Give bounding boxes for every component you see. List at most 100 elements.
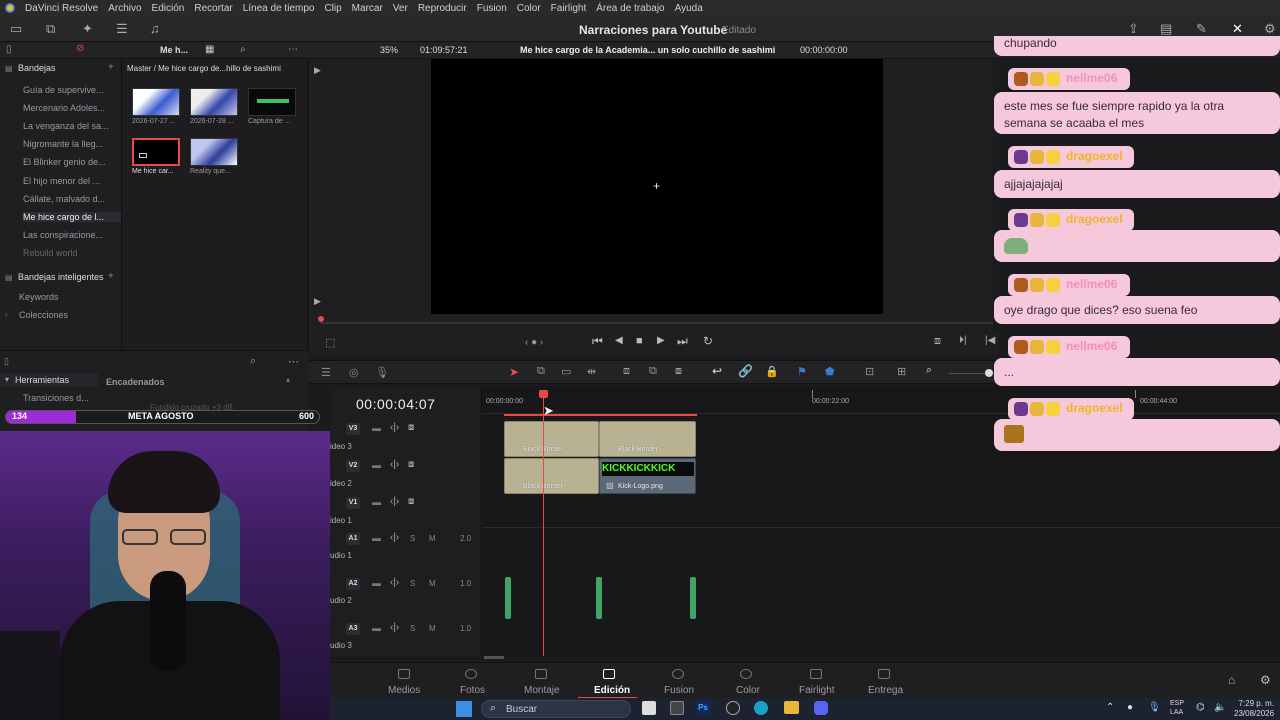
playhead-handle-icon[interactable] xyxy=(539,390,548,398)
solo-button[interactable]: S xyxy=(410,624,415,633)
menu-archivo[interactable]: Archivo xyxy=(108,3,141,14)
lock-track-icon[interactable]: ▬ xyxy=(372,460,381,470)
auto-select-icon[interactable]: ‹|› xyxy=(390,532,399,543)
bin-item[interactable]: La venganza del sa... xyxy=(23,121,109,131)
timeline-clip[interactable]: Black Border xyxy=(504,421,599,457)
effects-search-icon[interactable]: ⌕ xyxy=(250,355,256,368)
lock-track-icon[interactable]: ▬ xyxy=(372,623,381,633)
track-id-v3[interactable]: V3 xyxy=(346,423,360,435)
loop-icon[interactable]: ↻ xyxy=(703,334,713,348)
menu-linea[interactable]: Línea de tiempo xyxy=(243,3,315,14)
wifi-icon[interactable]: ⌬ xyxy=(1196,702,1205,713)
tray-chevron-icon[interactable]: ⌃ xyxy=(1106,702,1114,713)
dynamic-trim-icon[interactable]: ▭ xyxy=(561,365,571,378)
lock-icon[interactable]: 🔒 xyxy=(765,365,779,378)
zoom-full-icon[interactable]: ⊡ xyxy=(865,365,874,378)
metadata-icon[interactable]: ▤ xyxy=(1160,21,1172,37)
more-options-icon[interactable]: ⋯ xyxy=(288,44,298,55)
track-enable-icon[interactable]: ⧇ xyxy=(408,496,414,507)
mute-button[interactable]: M xyxy=(429,624,436,633)
timeline-options-icon[interactable]: ☰ xyxy=(321,366,331,379)
microphone-icon[interactable]: 🎙 xyxy=(375,366,389,379)
smart-bin-keywords[interactable]: Keywords xyxy=(19,292,59,302)
marker-icon[interactable]: ⬟ xyxy=(825,365,835,378)
windows-start-icon[interactable] xyxy=(456,701,472,717)
tray-mic-icon[interactable]: 🎙 xyxy=(1148,702,1161,713)
bin-item[interactable]: Mercenario Adoles... xyxy=(23,103,105,113)
timeline-scrollbar[interactable] xyxy=(484,656,504,659)
clip-thumbnail[interactable] xyxy=(248,88,296,116)
play-marker-icon[interactable]: ▶ xyxy=(314,296,321,307)
play-reverse-button-icon[interactable]: ◀ xyxy=(615,335,623,346)
track-enable-icon[interactable]: ⧇ xyxy=(408,459,414,470)
auto-select-icon[interactable]: ‹|› xyxy=(390,459,399,470)
timeline-clip[interactable]: Black Border xyxy=(504,458,599,494)
share-icon[interactable]: ⇪ xyxy=(1128,21,1139,37)
clip-thumbnail[interactable] xyxy=(132,88,180,116)
edge-icon[interactable] xyxy=(754,701,768,715)
view-options-icon[interactable]: ⬚ xyxy=(325,336,335,349)
page-tab-montaje[interactable]: Montaje xyxy=(524,685,560,696)
lock-track-icon[interactable]: ▬ xyxy=(372,578,381,588)
bin-item[interactable]: Guía de supervive... xyxy=(23,85,104,95)
photoshop-icon[interactable]: Ps xyxy=(696,701,710,715)
clip-thumbnail[interactable] xyxy=(190,88,238,116)
home-icon[interactable]: ⌂ xyxy=(1228,673,1235,687)
fullscreen-icon[interactable]: ⚙ xyxy=(1264,21,1276,37)
media-pool-icon[interactable]: ▭ xyxy=(10,21,22,37)
settings-icon[interactable]: ⚙ xyxy=(1260,673,1271,687)
track-id-v1[interactable]: V1 xyxy=(346,497,360,509)
add-smart-bin-icon[interactable]: + xyxy=(108,271,114,282)
search-icon[interactable]: ⌕ xyxy=(240,44,246,55)
page-tab-fairlight[interactable]: Fairlight xyxy=(799,685,835,696)
clip-thumbnail[interactable] xyxy=(190,138,238,166)
color-page-icon[interactable] xyxy=(740,669,752,679)
volume-icon[interactable]: 🔈 xyxy=(1214,702,1226,713)
bin-item[interactable]: El Blinker genio de... xyxy=(23,157,106,167)
replace-icon[interactable]: ⧇ xyxy=(675,365,682,378)
lock-track-icon[interactable]: ▬ xyxy=(372,533,381,543)
track-id-a1[interactable]: A1 xyxy=(346,533,360,545)
menu-color[interactable]: Color xyxy=(517,3,541,14)
ripple-icon[interactable]: ◎ xyxy=(349,366,359,379)
page-tab-edicion[interactable]: Edición xyxy=(594,685,630,696)
blade-tool-icon[interactable]: ⇹ xyxy=(587,365,596,378)
timeline-ruler[interactable]: 00:00:00:00 00:00:22:00 00:00:44:00 xyxy=(482,390,1280,416)
auto-select-icon[interactable]: ‹|› xyxy=(390,422,399,433)
lock-track-icon[interactable]: ▬ xyxy=(372,423,381,433)
auto-select-icon[interactable]: ‹|› xyxy=(390,622,399,633)
flag-icon[interactable]: ⚑ xyxy=(797,365,807,378)
task-view-icon[interactable] xyxy=(642,701,656,715)
obs-icon[interactable] xyxy=(726,701,740,715)
prev-edit-icon[interactable]: |◀ xyxy=(985,335,995,346)
menu-recortar[interactable]: Recortar xyxy=(194,3,232,14)
timeline-clip-kick[interactable]: KICKKICKKICK ▨ Kick-Logo.png xyxy=(599,458,696,494)
edit-index-icon[interactable]: ☰ xyxy=(116,21,128,37)
clip-thumbnail-selected[interactable] xyxy=(132,138,180,166)
mixer-icon[interactable]: ✎ xyxy=(1196,21,1207,37)
menu-marcar[interactable]: Marcar xyxy=(352,3,383,14)
play-reverse-icon[interactable]: ▶ xyxy=(314,65,321,76)
menu-edicion[interactable]: Edición xyxy=(152,3,185,14)
inspector-icon[interactable]: ✕ xyxy=(1232,21,1243,37)
deliver-page-icon[interactable] xyxy=(878,669,890,679)
bin-item[interactable]: Las conspiracione... xyxy=(23,230,103,240)
add-bin-icon[interactable]: + xyxy=(108,62,114,73)
track-enable-icon[interactable]: ⧇ xyxy=(408,422,414,433)
clock[interactable]: 7:29 p. m. 23/08/2026 xyxy=(1234,699,1274,719)
zoom-slider[interactable] xyxy=(949,373,989,374)
solo-button[interactable]: S xyxy=(410,579,415,588)
chevron-down-icon[interactable]: ▾ xyxy=(5,375,9,384)
page-tab-medios[interactable]: Medios xyxy=(388,685,420,696)
play-icon[interactable]: ▶ xyxy=(657,335,665,346)
photos-page-icon[interactable] xyxy=(465,669,477,679)
menu-fairlight[interactable]: Fairlight xyxy=(551,3,587,14)
go-start-icon[interactable]: ⏮ xyxy=(592,334,603,349)
fairlight-page-icon[interactable] xyxy=(810,669,822,679)
mute-button[interactable]: M xyxy=(429,579,436,588)
snapping-icon[interactable]: ↩ xyxy=(712,364,722,378)
bin-item[interactable]: Nigromante la lleg... xyxy=(23,139,103,149)
transitions-item[interactable]: Transiciones d... xyxy=(23,393,89,403)
keyboard-language[interactable]: ESP LAA xyxy=(1170,699,1184,717)
menu-reproducir[interactable]: Reproducir xyxy=(418,3,467,14)
